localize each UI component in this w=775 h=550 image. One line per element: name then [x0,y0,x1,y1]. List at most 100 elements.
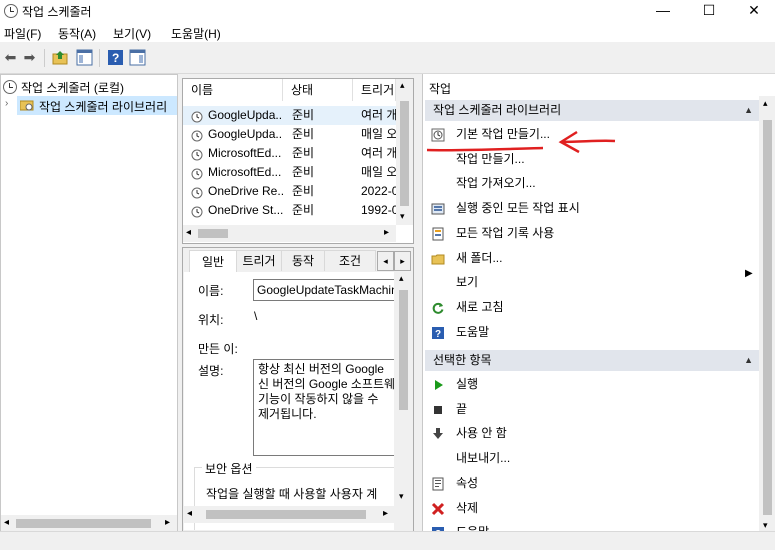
task-clock-icon [191,148,204,161]
scroll-thumb[interactable] [198,229,228,238]
action-label: 모든 작업 기록 사용 [456,225,555,240]
task-row[interactable]: GoogleUpda... 준비 여러 개 [183,106,396,125]
scroll-left-icon[interactable]: ◂ [186,227,191,238]
scroll-thumb[interactable] [206,510,366,519]
minimize-button[interactable]: — [640,0,686,22]
show-hide-action-pane-icon[interactable] [129,49,146,66]
stop-icon [431,402,445,416]
scroll-down-icon[interactable]: ▾ [399,491,404,502]
list-vscrollbar[interactable]: ▴ ▾ [396,79,413,225]
tree-hscrollbar[interactable]: ◂ ▸ [1,515,177,532]
toolbar-divider [99,49,100,67]
menu-file[interactable]: 파일(F) [4,25,41,42]
action-item[interactable]: 모든 작업 기록 사용 [431,222,751,244]
description-field[interactable]: 항상 최신 버전의 Google 신 버전의 Google 소프트웨 기능이 작… [253,359,394,456]
description-line: 제거됩니다. [258,407,317,421]
show-hide-console-tree-icon[interactable] [76,49,93,66]
scroll-right-icon[interactable]: ▸ [384,227,389,238]
task-clock-icon [191,110,204,123]
column-status[interactable]: 상태 [283,79,353,101]
detail-hscrollbar[interactable]: ◂ ▸ [184,506,395,523]
collapse-icon[interactable]: ▲ [744,100,753,121]
history-icon [431,226,445,241]
task-trigger: 2022-0 [361,184,396,198]
tab-general[interactable]: 일반 [189,250,237,273]
task-status: 준비 [292,146,315,160]
task-row[interactable]: OneDrive Re... 준비 2022-0 [183,182,396,201]
scroll-up-icon[interactable]: ▴ [399,273,404,284]
close-button[interactable]: ✕ [731,0,775,22]
tab-triggers[interactable]: 트리거 [236,250,282,271]
menu-bar: 파일(F) 동작(A) 보기(V) 도움말(H) [0,22,775,42]
action-item[interactable]: 실행 중인 모든 작업 표시 [431,197,751,219]
action-item[interactable]: 내보내기... [431,447,751,469]
action-item[interactable]: 속성 [431,472,751,494]
folder-icon [431,251,445,265]
section-library[interactable]: 작업 스케줄러 라이브러리 ▲ [425,100,775,121]
forward-icon[interactable]: ➡ [21,49,38,66]
scroll-up-icon[interactable]: ▴ [400,80,405,91]
scroll-left-icon[interactable]: ◂ [4,517,9,528]
task-row[interactable]: OneDrive St... 준비 1992-0 [183,201,396,220]
section-library-title: 작업 스케줄러 라이브러리 [433,103,562,117]
action-label: 끝 [456,401,468,416]
action-item[interactable]: 끝 [431,398,751,420]
tree-item-library[interactable]: 작업 스케줄러 라이브러리 [39,98,167,115]
task-trigger: 여러 개 [361,146,396,160]
scroll-thumb[interactable] [763,120,772,515]
disable-icon [431,426,445,440]
task-status: 준비 [292,108,315,122]
action-item[interactable]: 새로 고침 [431,296,751,318]
expand-icon[interactable]: › [5,98,8,109]
up-folder-icon[interactable] [52,49,69,66]
actions-vscrollbar[interactable]: ▴ ▾ [759,96,775,531]
library-folder-icon [19,99,34,111]
menu-help[interactable]: 도움말(H) [171,25,221,42]
action-item[interactable]: 작업 가져오기... [431,172,751,194]
description-line: 항상 최신 버전의 Google [258,362,384,376]
back-icon[interactable]: ⬅ [2,49,19,66]
svg-text:?: ? [435,329,441,340]
action-item[interactable]: 새 폴더... [431,247,751,269]
maximize-button[interactable]: ☐ [686,0,732,22]
action-item[interactable]: 실행 [431,373,751,395]
scroll-thumb[interactable] [16,519,151,528]
task-clock-icon [191,129,204,142]
collapse-icon[interactable]: ▲ [744,350,753,371]
action-item[interactable]: 삭제 [431,497,751,519]
action-item[interactable]: 사용 안 함 [431,422,751,444]
help-icon[interactable]: ? [107,49,124,66]
task-detail-pane: 일반 트리거 동작 조건 ◂ ▸ 이름: GoogleUpdateTaskMac… [182,247,414,533]
detail-vscrollbar[interactable]: ▴ ▾ [395,272,412,506]
section-selected-item[interactable]: 선택한 항목 ▲ [425,350,775,371]
scroll-up-icon[interactable]: ▴ [763,98,768,109]
tree-item-local[interactable]: 작업 스케줄러 (로컬) [21,79,124,96]
task-row[interactable]: GoogleUpda... 준비 매일 오 [183,125,396,144]
scroll-thumb[interactable] [400,101,409,206]
action-item[interactable]: 보기 [431,271,751,293]
menu-action[interactable]: 동작(A) [58,25,96,42]
scroll-right-icon[interactable]: ▸ [383,508,388,519]
action-item[interactable]: ? 도움말 [431,321,751,343]
description-label: 설명: [198,364,224,378]
task-row[interactable]: MicrosoftEd... 준비 매일 오 [183,163,396,182]
description-line: 신 버전의 Google 소프트웨 [258,377,394,391]
list-hscrollbar[interactable]: ◂ ▸ [183,225,396,242]
tab-actions[interactable]: 동작 [281,250,325,271]
tab-scroll-left-icon[interactable]: ◂ [377,251,394,271]
scroll-down-icon[interactable]: ▾ [400,211,405,222]
column-trigger[interactable]: 트리거 [353,79,396,101]
location-value: \ [254,309,258,323]
column-name[interactable]: 이름 [183,79,283,101]
name-field[interactable]: GoogleUpdateTaskMachin [253,279,394,301]
menu-view[interactable]: 보기(V) [113,25,151,42]
task-row[interactable]: MicrosoftEd... 준비 여러 개 [183,144,396,163]
scroll-down-icon[interactable]: ▾ [763,520,768,531]
tab-conditions[interactable]: 조건 [324,250,376,271]
scroll-left-icon[interactable]: ◂ [187,508,192,519]
tab-scroll-right-icon[interactable]: ▸ [394,251,411,271]
scroll-right-icon[interactable]: ▸ [165,517,170,528]
scroll-thumb[interactable] [399,290,408,410]
delete-icon [431,501,445,515]
section-selected-title: 선택한 항목 [433,353,492,367]
